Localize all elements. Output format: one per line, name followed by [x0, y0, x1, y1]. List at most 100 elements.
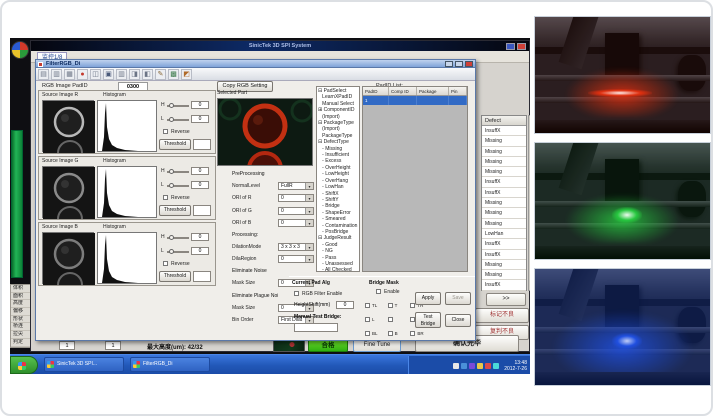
volume-icon[interactable] [453, 363, 459, 369]
bridge-mask-checkbox[interactable] [388, 303, 393, 308]
defect-row[interactable]: InsuffX [482, 250, 526, 260]
defect-row[interactable]: InsuffX [482, 188, 526, 198]
defect-row[interactable]: Missing [482, 136, 526, 146]
defect-row[interactable]: Missing [482, 270, 526, 280]
open-icon[interactable]: ▤ [38, 69, 49, 80]
dialog-maximize-button[interactable] [455, 61, 463, 67]
threshold-value-field[interactable] [193, 205, 211, 216]
bridge-mask-checkbox[interactable] [388, 317, 393, 322]
edit-icon[interactable]: ✎ [155, 69, 166, 80]
param-dropdown[interactable]: FullR [278, 182, 314, 190]
start-button[interactable] [10, 356, 38, 374]
tree-item[interactable]: ⊞ ComponentID [318, 107, 359, 113]
close-dialog-button[interactable]: Close [445, 314, 471, 327]
l-value-field[interactable]: 0 [191, 181, 209, 189]
h-slider-thumb[interactable] [169, 169, 174, 174]
defect-row[interactable]: LowHan [482, 229, 526, 239]
apply-button[interactable]: Apply [415, 292, 441, 305]
l-value-field[interactable]: 0 [191, 115, 209, 123]
l-slider-thumb[interactable] [169, 249, 174, 254]
reverse-checkbox[interactable] [163, 129, 168, 134]
test-bridge-button[interactable]: Test Bridge [415, 312, 441, 328]
ime-icon[interactable] [469, 363, 475, 369]
count-field-2[interactable]: 1 [105, 341, 121, 350]
mark-defect-button[interactable]: 标记不良 [475, 308, 529, 323]
l-slider-thumb[interactable] [169, 117, 174, 122]
bridge-mask-checkbox[interactable] [365, 331, 370, 336]
mask-icon[interactable]: ◨ [129, 69, 140, 80]
param-dropdown[interactable]: 3 x 3 x 3 [278, 243, 314, 251]
bridge-mask-cell: BR [410, 326, 433, 340]
dialog-close-button[interactable] [465, 61, 473, 67]
defect-scrollbar[interactable] [528, 115, 530, 291]
split-icon[interactable]: ◧ [142, 69, 153, 80]
l-value-field[interactable]: 0 [191, 247, 209, 255]
defect-row[interactable]: Missing [482, 147, 526, 157]
defect-row[interactable]: InsuffX [482, 239, 526, 249]
defect-row[interactable]: InsuffX [482, 177, 526, 187]
taskbar-app-filter[interactable]: FilterRGB_Di [130, 357, 210, 372]
h-slider-thumb[interactable] [169, 103, 174, 108]
threshold-button[interactable]: Threshold [159, 271, 191, 282]
defect-row[interactable]: Missing [482, 260, 526, 270]
next-button[interactable]: >> [486, 293, 526, 306]
h-value-field[interactable]: 0 [191, 233, 209, 241]
threshold-button[interactable]: Threshold [159, 139, 191, 150]
threshold-value-field[interactable] [193, 271, 211, 282]
defect-row[interactable]: Missing [482, 157, 526, 167]
tree-item[interactable]: - All Checked [318, 267, 359, 272]
close-button[interactable] [517, 43, 526, 50]
defect-row[interactable]: InsuffX [482, 126, 526, 136]
param-dropdown[interactable]: 0 [278, 207, 314, 215]
bridge-mask-cell-label: T [395, 303, 398, 308]
record-icon[interactable]: ● [77, 69, 88, 80]
bridge-mask-cell: TL [365, 298, 388, 312]
threshold-button[interactable]: Threshold [159, 205, 191, 216]
rgb-filter-checkbox[interactable] [294, 291, 299, 296]
threshold-value-field[interactable] [193, 139, 211, 150]
defect-row[interactable]: Missing [482, 198, 526, 208]
h-value-field[interactable]: 0 [191, 101, 209, 109]
padid-tree: ⊟ PadSelect LearnXPadID Manual Select⊞ C… [316, 86, 360, 272]
manual-test-bridge-field[interactable] [294, 323, 338, 332]
l-slider-thumb[interactable] [169, 183, 174, 188]
dialog-minimize-button[interactable] [445, 61, 453, 67]
bridge-mask-checkbox[interactable] [388, 331, 393, 336]
height-shift-field[interactable]: 0 [336, 301, 354, 309]
rgb-icon[interactable]: ▩ [168, 69, 179, 80]
histogram-icon[interactable]: ▥ [116, 69, 127, 80]
tree-item[interactable]: - Contamination [318, 223, 359, 229]
copy-icon[interactable]: ▦ [64, 69, 75, 80]
h-slider-thumb[interactable] [169, 235, 174, 240]
help-icon[interactable]: ◩ [181, 69, 192, 80]
defect-row[interactable]: Missing [482, 167, 526, 177]
param-dropdown[interactable]: 0 [278, 219, 314, 227]
param-dropdown[interactable]: 0 [278, 194, 314, 202]
table-row-selected[interactable]: 1 [363, 96, 467, 105]
bridge-mask-cell: B [388, 326, 411, 340]
zoom-icon[interactable]: ◫ [90, 69, 101, 80]
image-icon[interactable]: ▣ [103, 69, 114, 80]
reverse-checkbox[interactable] [163, 261, 168, 266]
bridge-enable-checkbox[interactable] [376, 289, 381, 294]
source-image [42, 166, 94, 218]
battery-icon[interactable] [477, 363, 483, 369]
network-icon[interactable] [461, 363, 467, 369]
defect-row[interactable]: InsuffX [482, 280, 526, 290]
desktop-screenshot: 体积面积高度偏移形状桥连拉尖判定 SinicTek 3D SPI System … [10, 38, 530, 374]
count-field-1[interactable]: 1 [59, 341, 75, 350]
defect-row[interactable]: Missing [482, 219, 526, 229]
save-button[interactable]: Save [445, 292, 471, 305]
reverse-checkbox[interactable] [163, 195, 168, 200]
param-dropdown[interactable]: 0 [278, 255, 314, 263]
usb-icon[interactable] [493, 363, 499, 369]
bridge-mask-checkbox[interactable] [410, 331, 415, 336]
taskbar-app-spi[interactable]: SinicTek 3D SPI... [44, 357, 124, 372]
defect-row[interactable]: Missing [482, 208, 526, 218]
save-icon[interactable]: ▥ [51, 69, 62, 80]
antivirus-icon[interactable] [485, 363, 491, 369]
h-value-field[interactable]: 0 [191, 167, 209, 175]
minimize-button[interactable] [506, 43, 515, 50]
bridge-mask-checkbox[interactable] [365, 317, 370, 322]
bridge-mask-checkbox[interactable] [365, 303, 370, 308]
